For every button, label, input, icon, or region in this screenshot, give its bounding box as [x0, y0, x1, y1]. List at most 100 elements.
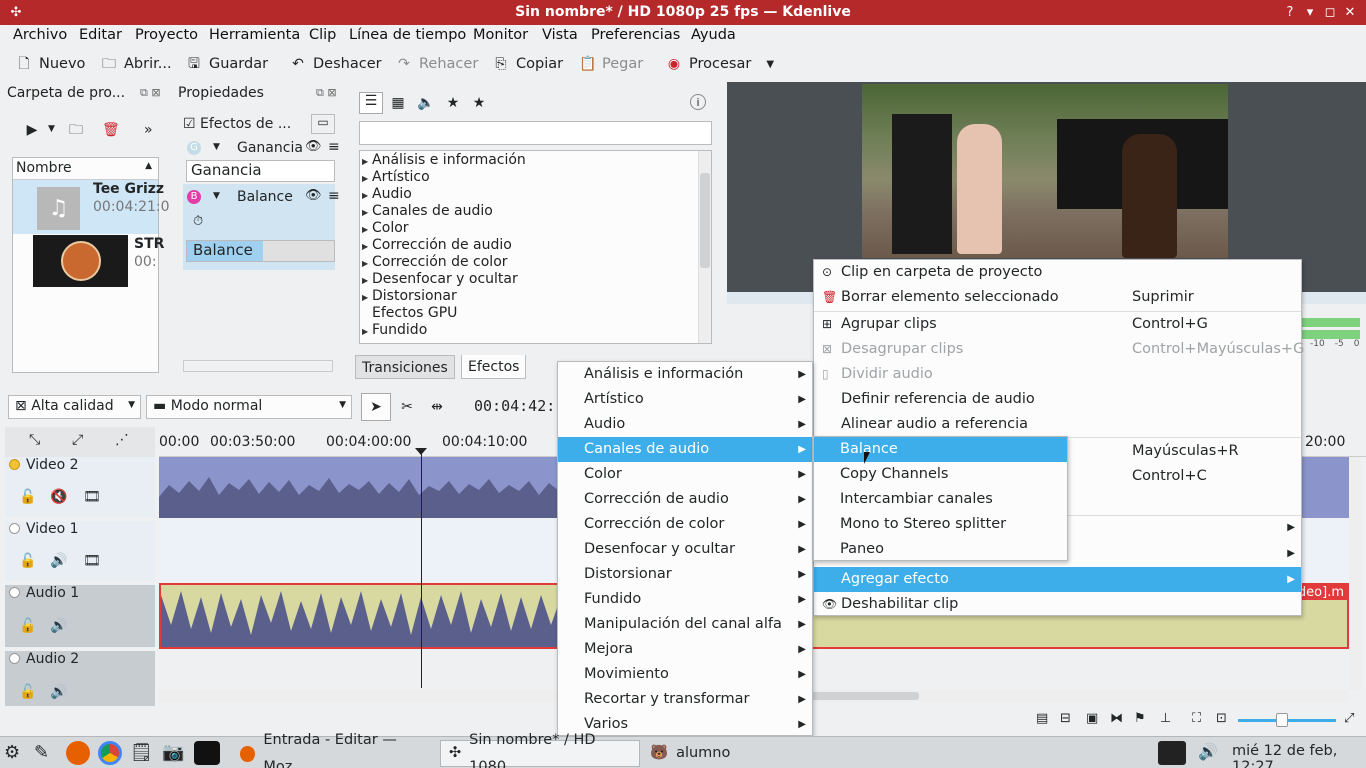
- column-header[interactable]: Nombre ▲: [13, 158, 158, 180]
- zoom-slider[interactable]: [1238, 713, 1336, 727]
- effect-balance-item[interactable]: Balance: [814, 437, 1067, 462]
- delete-icon[interactable]: 🗑: [102, 122, 120, 138]
- effect-mono-stereo-item[interactable]: Mono to Stereo splitter: [814, 512, 1067, 537]
- submenu-item[interactable]: Movimiento ▶: [558, 662, 812, 687]
- tab-effects[interactable]: Efectos: [461, 355, 527, 379]
- split-icon[interactable]: ⊥: [1160, 711, 1171, 726]
- film-icon[interactable]: ▣: [1086, 711, 1098, 726]
- menu-proyecto[interactable]: Proyecto: [135, 27, 198, 43]
- effects-list-view-icon[interactable]: ☰: [359, 92, 383, 114]
- menu-icon[interactable]: ≡: [328, 188, 340, 204]
- clock[interactable]: mié 12 de feb, 12:27: [1232, 743, 1366, 768]
- info-icon[interactable]: i: [690, 94, 706, 110]
- track-header-video1[interactable]: Video 1 🔓 🔊 🎞: [5, 521, 155, 581]
- menu-archivo[interactable]: Archivo: [13, 27, 67, 43]
- track-status-icon[interactable]: [9, 523, 20, 534]
- tab-transitions[interactable]: Transiciones: [355, 355, 455, 379]
- speaker-icon[interactable]: 🔊: [50, 553, 67, 569]
- submenu-item[interactable]: Mejora ▶: [558, 637, 812, 662]
- snap-icon[interactable]: ⊟: [1060, 711, 1071, 726]
- effect-category[interactable]: ▶ Desenfocar y ocultar: [362, 271, 518, 288]
- menu-disable-clip[interactable]: 👁 Deshabilitar clip: [814, 592, 1301, 617]
- eye-icon[interactable]: 👁: [305, 188, 322, 203]
- menu-ungroup-clips[interactable]: ⊠ Desagrupar clips Control+Mayúsculas+G: [814, 337, 1304, 362]
- effect-category[interactable]: ▶ Audio: [362, 186, 412, 203]
- menu-icon[interactable]: ≡: [328, 139, 340, 155]
- submenu-item[interactable]: Recortar y transformar ▶: [558, 687, 812, 712]
- speaker-icon[interactable]: 🔊: [50, 618, 67, 634]
- clip-item[interactable]: STR 00:: [13, 235, 164, 289]
- open-button[interactable]: 🗀 Abrir...: [101, 56, 172, 72]
- menu-delete-selected[interactable]: 🗑 Borrar elemento seleccionado Suprimir: [814, 285, 1301, 310]
- vertical-scrollbar[interactable]: [698, 151, 711, 343]
- quality-select[interactable]: ⊠ Alta calidad ▼: [8, 395, 141, 419]
- effect-category[interactable]: ▶ Canales de audio: [362, 203, 493, 220]
- volume-icon[interactable]: 🔊: [1198, 742, 1218, 761]
- view-mode-icon[interactable]: ▶: [24, 122, 40, 138]
- track-status-icon[interactable]: [9, 459, 20, 470]
- chevron-down-icon[interactable]: ▼: [213, 191, 220, 201]
- lock-icon[interactable]: 🔓: [19, 489, 36, 505]
- submenu-item[interactable]: Fundido ▶: [558, 587, 812, 612]
- float-icon[interactable]: ⧉ ⊠: [140, 86, 161, 100]
- task-terminal[interactable]: 🐻 alumno: [642, 740, 762, 767]
- zoom-out-icon[interactable]: ⊡: [1216, 711, 1227, 726]
- maximize-icon[interactable]: ◻: [1320, 0, 1340, 25]
- copy-button[interactable]: ⎘ Copiar: [493, 56, 563, 72]
- tool-icon[interactable]: ⋰: [115, 432, 129, 448]
- app-launcher-icon[interactable]: ⚙: [4, 742, 20, 763]
- submenu-item[interactable]: Artístico ▶: [558, 387, 812, 412]
- track-status-icon[interactable]: [9, 653, 20, 664]
- tray-icon[interactable]: [1158, 741, 1186, 765]
- keyframe-icon[interactable]: ⏱: [193, 214, 203, 229]
- more-icon[interactable]: »: [144, 122, 153, 138]
- mute-icon[interactable]: 🔇: [50, 489, 67, 505]
- float-icon[interactable]: ⧉ ⊠: [316, 86, 337, 100]
- menu-split-audio[interactable]: ▯ Dividir audio: [814, 362, 1301, 387]
- menu-set-audio-reference[interactable]: Definir referencia de audio: [814, 387, 1301, 412]
- track-header-audio1[interactable]: Audio 1 🔓 🔊: [5, 585, 155, 647]
- paste-button[interactable]: 📋 Pegar: [579, 56, 643, 72]
- track-status-icon[interactable]: [9, 587, 20, 598]
- lock-icon[interactable]: 🔓: [19, 684, 36, 700]
- effect-category[interactable]: ▶ Color: [362, 220, 409, 237]
- menu-editar[interactable]: Editar: [79, 27, 122, 43]
- zoom-fit-icon[interactable]: ⛶: [1192, 711, 1201, 726]
- terminal-icon[interactable]: [194, 741, 220, 765]
- effect-category[interactable]: ▶ Artístico: [362, 169, 430, 186]
- gain-param[interactable]: Ganancia: [186, 160, 335, 182]
- effect-pan-item[interactable]: Paneo: [814, 537, 1067, 562]
- minimize-icon[interactable]: ▾: [1300, 0, 1320, 25]
- effect-header-ganancia[interactable]: G ▼ Ganancia 👁 ≡: [183, 138, 340, 162]
- app-menu-icon[interactable]: ✣: [6, 0, 26, 25]
- timecode[interactable]: 00:04:42:: [474, 397, 555, 415]
- text-editor-icon[interactable]: ✎: [34, 742, 49, 763]
- menu-clip[interactable]: Clip: [309, 27, 336, 43]
- zoom-in-icon[interactable]: ⤢: [1344, 711, 1354, 726]
- flag-icon[interactable]: ⚑: [1134, 711, 1146, 726]
- submenu-item[interactable]: Audio ▶: [558, 412, 812, 437]
- balance-slider[interactable]: Balance: [186, 240, 335, 262]
- help-icon[interactable]: ?: [1280, 0, 1300, 25]
- chrome-icon[interactable]: [98, 741, 122, 765]
- task-kdenlive[interactable]: ✣ Sin nombre* / HD 1080...: [440, 732, 640, 768]
- menu-herramienta[interactable]: Herramienta: [209, 27, 300, 43]
- effect-category[interactable]: ▶ Corrección de color: [362, 254, 508, 271]
- submenu-item[interactable]: Análisis e información ▶: [558, 362, 812, 387]
- effect-list-icon[interactable]: ▭: [311, 114, 335, 134]
- lock-icon[interactable]: 🔓: [19, 618, 36, 634]
- menu-monitor[interactable]: Monitor: [473, 27, 528, 43]
- mix-icon[interactable]: ⧓: [1110, 711, 1123, 726]
- submenu-item[interactable]: Color ▶: [558, 462, 812, 487]
- eye-icon[interactable]: 👁: [305, 139, 322, 154]
- custom-effects-icon[interactable]: ★: [445, 95, 461, 111]
- close-icon[interactable]: ✕: [1340, 0, 1360, 25]
- spacer-tool-icon[interactable]: ⇹: [429, 399, 445, 415]
- notes-icon[interactable]: 🗒: [130, 742, 153, 763]
- menu-vista[interactable]: Vista: [542, 27, 578, 43]
- timeline-vscrollbar[interactable]: [1349, 457, 1361, 690]
- horizontal-scrollbar[interactable]: [183, 360, 333, 372]
- menu-clip-in-bin[interactable]: ⊙ Clip en carpeta de proyecto: [814, 260, 1301, 285]
- add-folder-icon[interactable]: 🗀: [68, 122, 84, 138]
- select-tool-icon[interactable]: ➤: [361, 393, 391, 421]
